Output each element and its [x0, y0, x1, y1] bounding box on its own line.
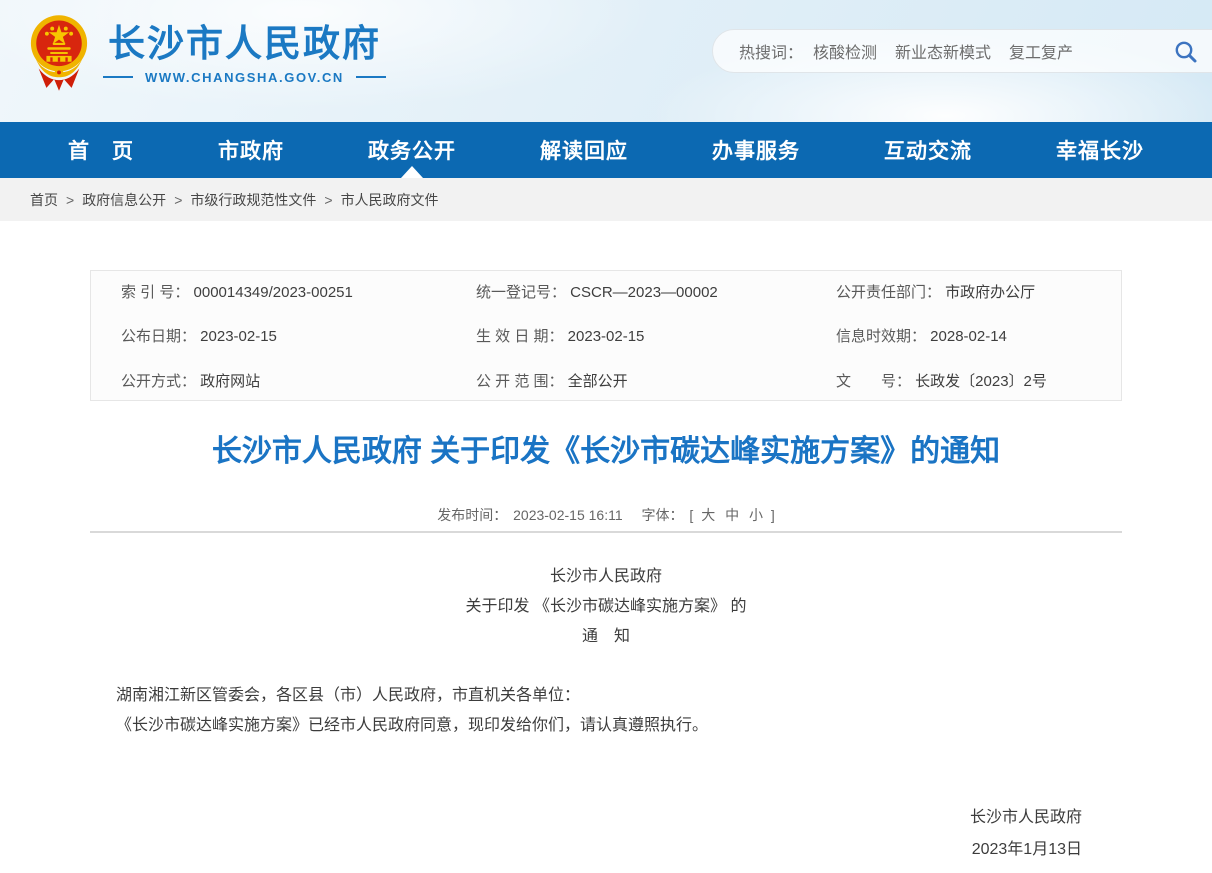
meta-disclosure-method: 公开方式： 政府网站 — [121, 370, 476, 391]
nav-item-label: 办事服务 — [712, 135, 800, 165]
meta-label: 公开责任部门： — [836, 284, 945, 301]
nav-item-label: 政务公开 — [368, 135, 456, 165]
font-bracket-close: ] — [771, 507, 775, 523]
breadcrumb-separator: > — [324, 192, 332, 208]
page-title: 长沙市人民政府 关于印发《长沙市碳达峰实施方案》的通知 — [0, 431, 1212, 473]
hot-search-label: 热搜词： — [739, 39, 803, 63]
breadcrumb-normative-docs[interactable]: 市级行政规范性文件 — [190, 190, 316, 210]
search-icon[interactable] — [1173, 39, 1199, 65]
meta-value: 2028-02-14 — [930, 328, 1007, 345]
meta-label: 索 引 号： — [121, 284, 194, 301]
brand-text: 长沙市人民政府 WWW.CHANGSHA.GOV.CN — [103, 22, 386, 85]
meta-index-number: 索 引 号： 000014349/2023-00251 — [121, 281, 476, 302]
doc-paragraph: 《长沙市碳达峰实施方案》已经市人民政府同意，现印发给你们，请认真遵照执行。 — [90, 711, 1122, 741]
meta-value: 2023-02-15 — [568, 328, 645, 345]
breadcrumb-separator: > — [174, 192, 182, 208]
title-divider — [90, 531, 1122, 533]
meta-value: CSCR—2023—00002 — [570, 284, 718, 301]
doc-heading-line-1: 长沙市人民政府 — [90, 562, 1122, 592]
meta-label: 信息时效期： — [836, 328, 930, 345]
meta-value: 长政发〔2023〕2号 — [915, 373, 1047, 390]
meta-label: 公 开 范 围： — [476, 373, 568, 390]
site-url: WWW.CHANGSHA.GOV.CN — [103, 70, 386, 85]
meta-value: 2023-02-15 — [200, 328, 277, 345]
hot-search-term-2[interactable]: 新业态新模式 — [895, 39, 991, 63]
meta-publish-date: 公布日期： 2023-02-15 — [121, 325, 476, 346]
meta-value: 000014349/2023-00251 — [194, 284, 353, 301]
hot-search-term-3[interactable]: 复工复产 — [1009, 39, 1073, 63]
signature-date: 2023年1月13日 — [90, 834, 1082, 866]
meta-doc-number: 文 号： 长政发〔2023〕2号 — [836, 370, 1121, 391]
nav-item-interaction[interactable]: 互动交流 — [884, 122, 972, 178]
site-header: 长沙市人民政府 WWW.CHANGSHA.GOV.CN 热搜词： 核酸检测 新业… — [0, 0, 1212, 122]
nav-item-home[interactable]: 首 页 — [68, 122, 134, 178]
breadcrumb-gov-docs[interactable]: 市人民政府文件 — [341, 190, 439, 210]
meta-unified-reg-number: 统一登记号： CSCR—2023—00002 — [476, 281, 836, 302]
nav-item-interpretation[interactable]: 解读回应 — [540, 122, 628, 178]
doc-paragraphs: 湖南湘江新区管委会，各区县（市）人民政府，市直机关各单位： 《长沙市碳达峰实施方… — [90, 681, 1122, 741]
font-bracket-open: [ — [689, 507, 693, 523]
site-url-text: WWW.CHANGSHA.GOV.CN — [145, 70, 344, 85]
doc-paragraph: 湖南湘江新区管委会，各区县（市）人民政府，市直机关各单位： — [90, 681, 1122, 711]
nav-item-label: 首 页 — [68, 135, 134, 165]
hot-search-term-1[interactable]: 核酸检测 — [813, 39, 877, 63]
meta-value: 市政府办公厅 — [945, 284, 1035, 301]
page: 长沙市人民政府 WWW.CHANGSHA.GOV.CN 热搜词： 核酸检测 新业… — [0, 0, 1212, 873]
nav-item-label: 市政府 — [218, 135, 284, 165]
nav-item-city-gov[interactable]: 市政府 — [218, 122, 284, 178]
doc-heading-line-2: 关于印发 《长沙市碳达峰实施方案》 的 — [90, 592, 1122, 622]
meta-responsible-dept: 公开责任部门： 市政府办公厅 — [836, 281, 1121, 302]
nav-item-label: 幸福长沙 — [1056, 135, 1144, 165]
meta-effective-date: 生 效 日 期： 2023-02-15 — [476, 325, 836, 346]
meta-label: 公布日期： — [121, 328, 200, 345]
url-dash-left — [103, 76, 133, 78]
publish-time-value: 2023-02-15 16:11 — [513, 507, 623, 523]
font-size-large-button[interactable]: 大 — [701, 507, 715, 523]
url-dash-right — [356, 76, 386, 78]
nav-item-happy-changsha[interactable]: 幸福长沙 — [1056, 122, 1144, 178]
font-size-small-button[interactable]: 小 — [749, 507, 763, 523]
signature-name: 长沙市人民政府 — [90, 802, 1082, 834]
publish-time-label: 发布时间： — [437, 507, 507, 523]
document-body: 长沙市人民政府 关于印发 《长沙市碳达峰实施方案》 的 通 知 湖南湘江新区管委… — [90, 562, 1122, 866]
site-brand[interactable]: 长沙市人民政府 WWW.CHANGSHA.GOV.CN — [28, 12, 386, 94]
breadcrumb-separator: > — [66, 192, 74, 208]
document-page: 索 引 号： 000014349/2023-00251 统一登记号： CSCR—… — [0, 221, 1212, 873]
breadcrumb: 首页 > 政府信息公开 > 市级行政规范性文件 > 市人民政府文件 — [0, 178, 1212, 221]
meta-value: 全部公开 — [568, 373, 628, 390]
national-emblem-logo — [28, 12, 90, 94]
signature-block: 长沙市人民政府 2023年1月13日 — [90, 802, 1122, 866]
meta-label: 统一登记号： — [476, 284, 570, 301]
publish-info-line: 发布时间： 2023-02-15 16:11 字体： [ 大 中 小 ] — [0, 505, 1212, 525]
doc-heading-line-3: 通 知 — [90, 622, 1122, 652]
site-name: 长沙市人民政府 — [108, 22, 381, 66]
nav-item-gov-openness[interactable]: 政务公开 — [368, 122, 456, 178]
meta-value: 政府网站 — [200, 373, 260, 390]
meta-label: 文 号： — [836, 373, 915, 390]
font-size-medium-button[interactable]: 中 — [725, 507, 739, 523]
font-size-label: 字体： — [642, 507, 684, 523]
breadcrumb-home[interactable]: 首页 — [30, 190, 58, 210]
breadcrumb-gov-info[interactable]: 政府信息公开 — [82, 190, 166, 210]
document-meta-table: 索 引 号： 000014349/2023-00251 统一登记号： CSCR—… — [90, 270, 1122, 401]
meta-label: 公开方式： — [121, 373, 200, 390]
nav-item-label: 解读回应 — [540, 135, 628, 165]
nav-item-label: 互动交流 — [884, 135, 972, 165]
nav-item-services[interactable]: 办事服务 — [712, 122, 800, 178]
active-tab-indicator — [401, 166, 423, 178]
meta-disclosure-scope: 公 开 范 围： 全部公开 — [476, 370, 836, 391]
meta-label: 生 效 日 期： — [476, 328, 568, 345]
meta-validity-period: 信息时效期： 2028-02-14 — [836, 325, 1121, 346]
main-nav: 首 页 市政府 政务公开 解读回应 办事服务 互动交流 幸福长沙 — [0, 122, 1212, 178]
search-bar[interactable]: 热搜词： 核酸检测 新业态新模式 复工复产 — [712, 29, 1212, 73]
